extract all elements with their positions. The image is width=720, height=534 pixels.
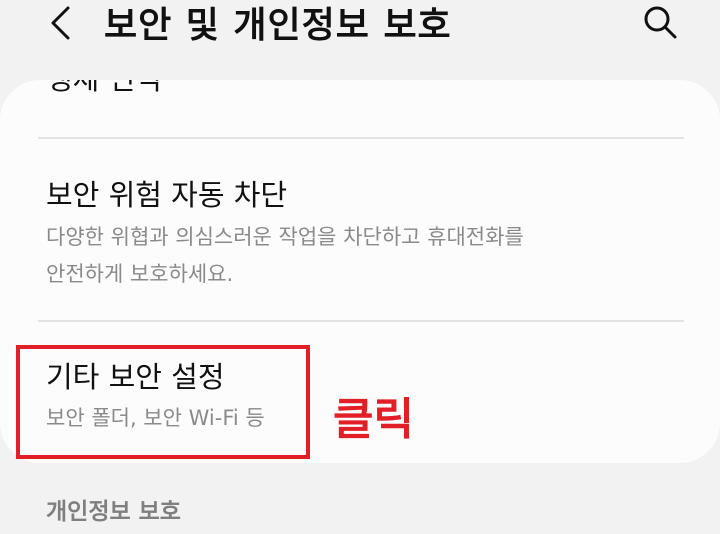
page-title: 보안 및 개인정보 보호 [104,5,452,46]
auto-block-subtitle-line2: 안전하게 보호하세요. [46,262,234,286]
app-header: 보안 및 개인정보 보호 [0,0,720,52]
section-header-privacy: 개인정보 보호 [46,499,181,525]
highlight-box [16,345,310,459]
auto-block-title: 보안 위험 자동 차단 [46,178,288,212]
biometrics-row[interactable]: 생체 인식 [0,80,720,138]
auto-block-row[interactable]: 보안 위험 자동 차단 다양한 위협과 의심스러운 작업을 차단하고 휴대전화를… [0,139,720,320]
click-annotation: 클릭 [333,394,414,445]
auto-block-subtitle-line1: 다양한 위협과 의심스러운 작업을 차단하고 휴대전화를 [46,225,524,249]
back-button[interactable] [34,0,86,46]
biometrics-title: 생체 인식 [46,80,162,98]
search-icon [644,6,677,39]
chevron-left-icon [51,6,70,40]
search-button[interactable] [630,0,686,46]
